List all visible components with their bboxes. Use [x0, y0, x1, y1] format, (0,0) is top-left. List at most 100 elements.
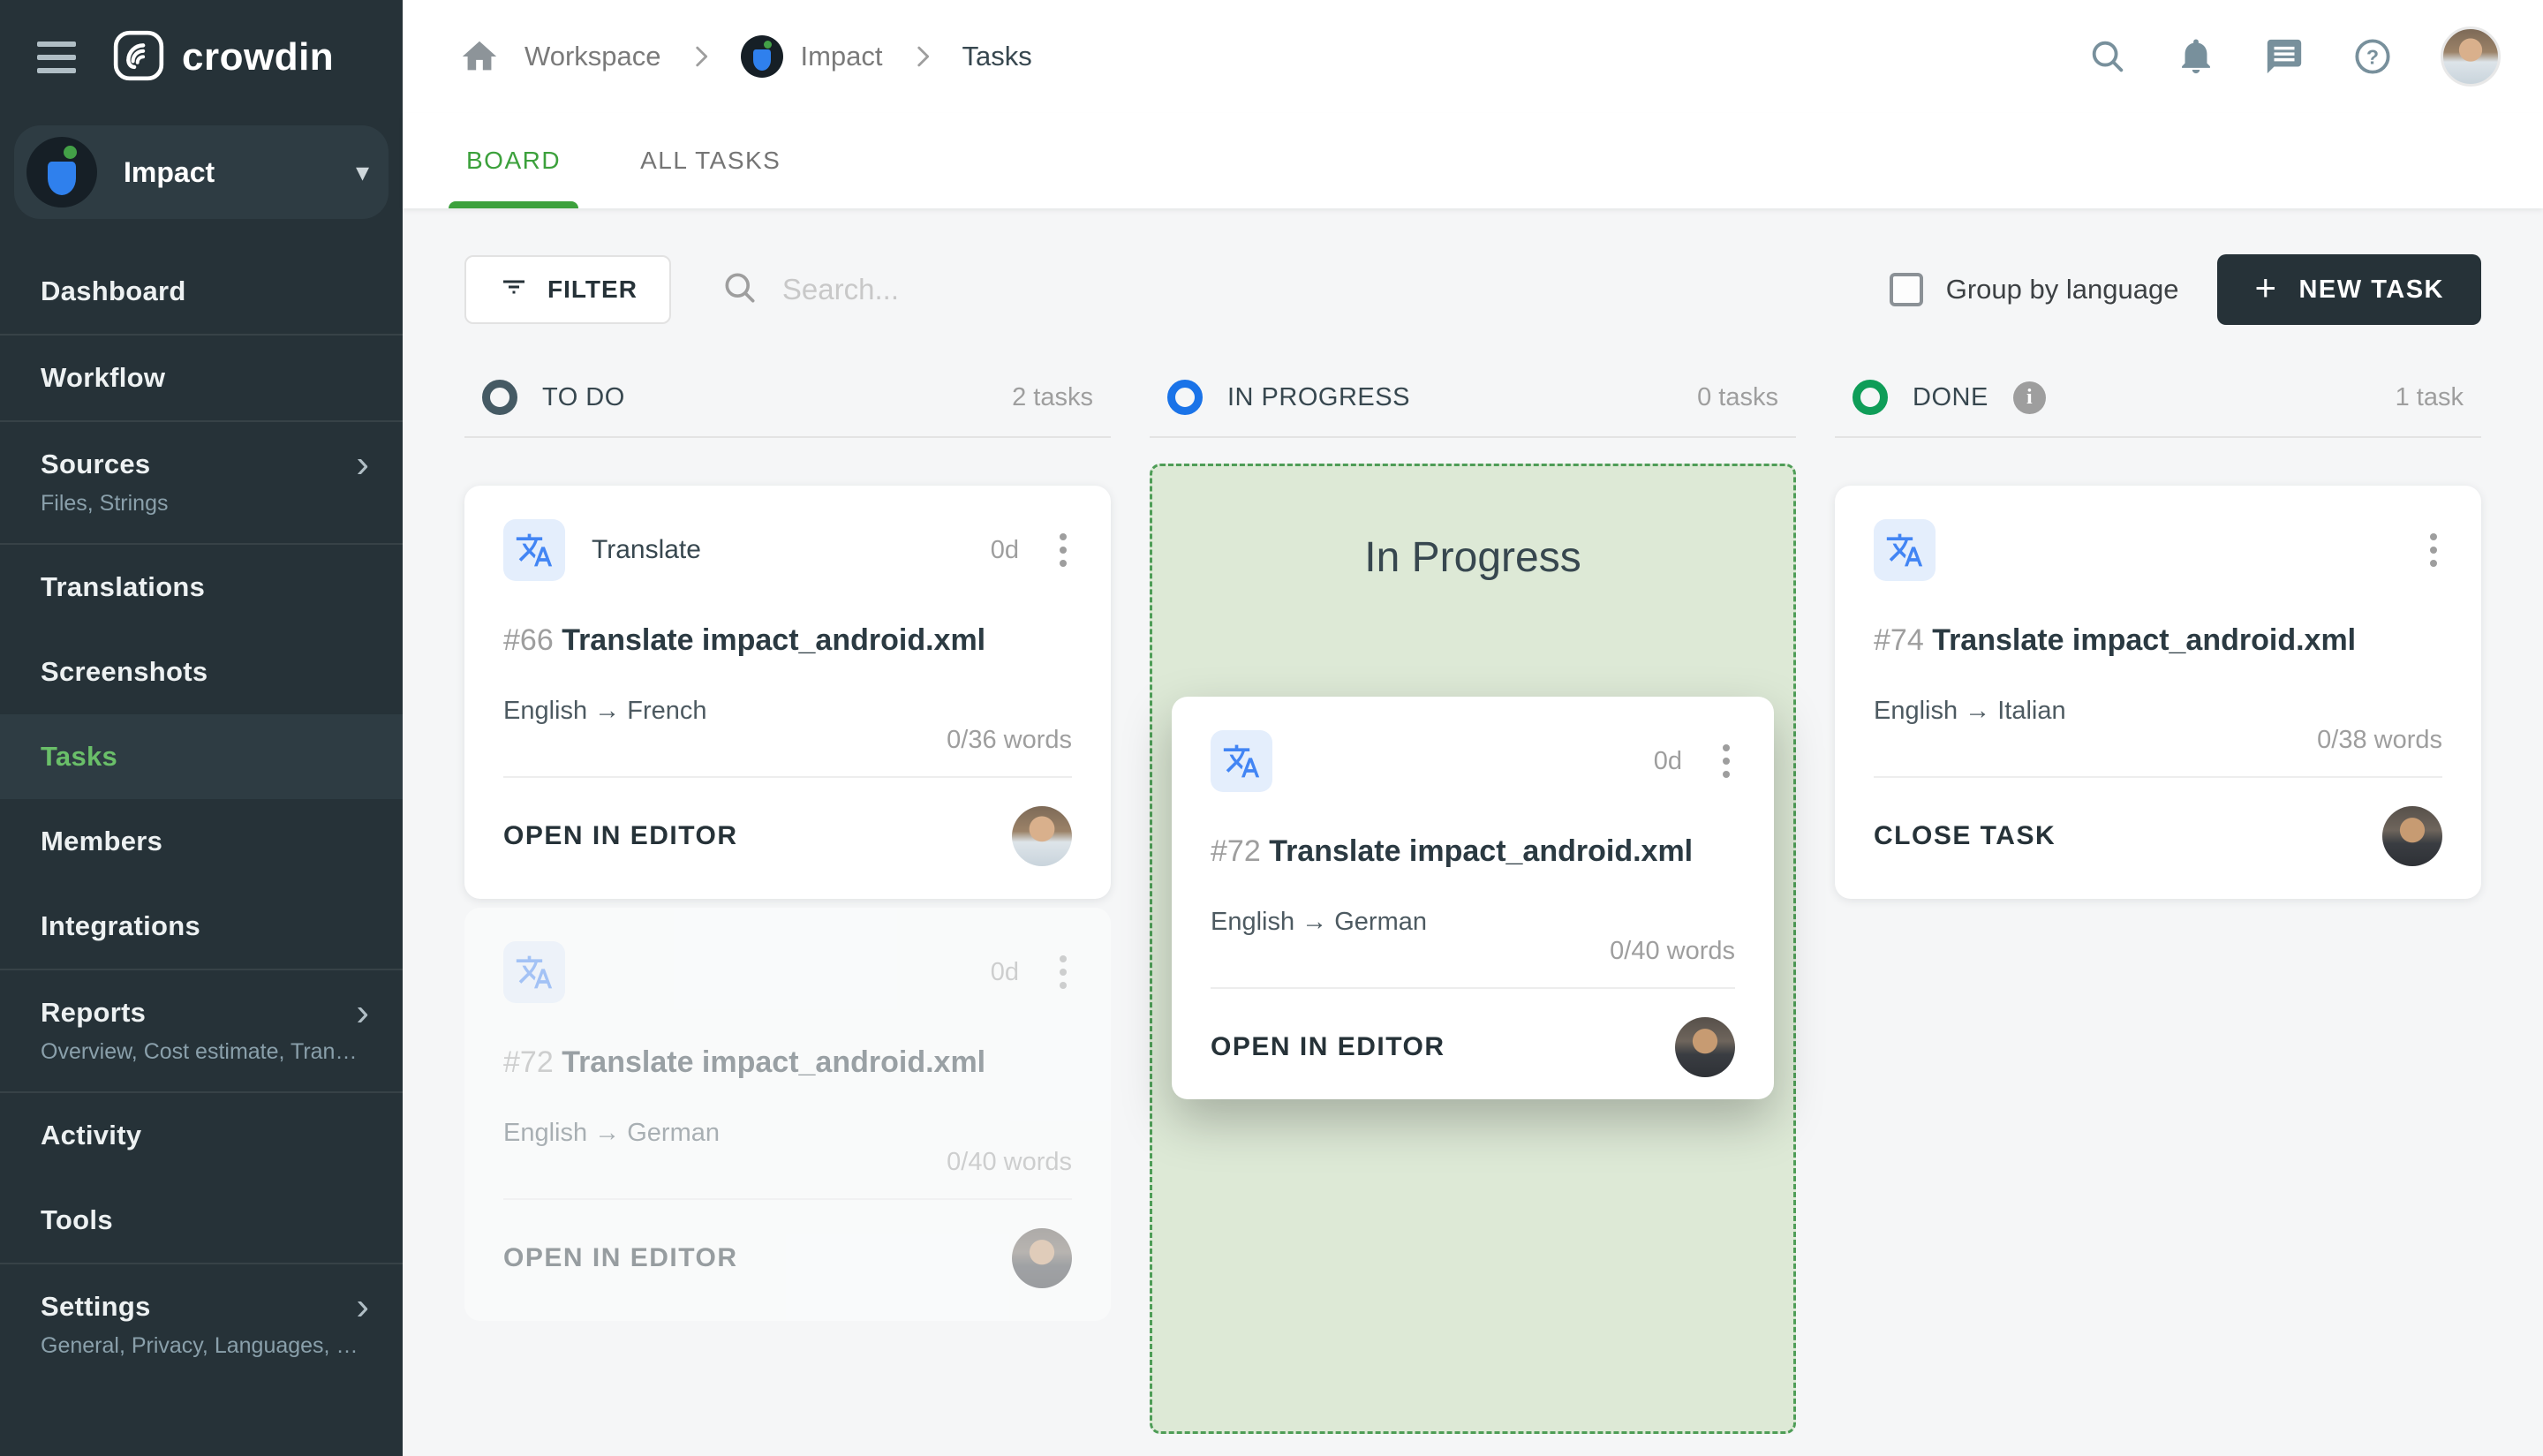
group-by-language-label: Group by language: [1945, 274, 2179, 305]
kebab-menu-icon: [1054, 950, 1072, 994]
task-title: #72 Translate impact_android.xml: [503, 1045, 986, 1079]
brand-name: crowdin: [182, 35, 335, 79]
task-title: #74 Translate impact_android.xml: [1874, 623, 2357, 657]
sidebar-item-workflow[interactable]: Workflow: [0, 336, 403, 420]
sidebar-item-dashboard[interactable]: Dashboard: [0, 249, 403, 334]
crowdin-logo[interactable]: crowdin: [111, 28, 334, 87]
breadcrumb-project[interactable]: Impact: [740, 35, 883, 78]
words-progress: 0/38 words: [1874, 726, 2442, 778]
info-icon[interactable]: i: [2012, 381, 2046, 414]
column-in-progress-header: IN PROGRESS 0 tasks: [1150, 380, 1796, 438]
kanban-board: TO DO 2 tasks Translate 0d #66 Translate…: [464, 380, 2481, 1434]
in-progress-dropzone[interactable]: In Progress 0d #72 Translate impact_andr…: [1150, 464, 1796, 1434]
breadcrumb-current: Tasks: [962, 41, 1032, 72]
search-input[interactable]: [781, 273, 1400, 306]
open-in-editor-button: OPEN IN EDITOR: [503, 1243, 738, 1272]
open-in-editor-button[interactable]: OPEN IN EDITOR: [1211, 1032, 1445, 1062]
chevron-right-icon: ›: [356, 442, 369, 486]
language-pair: English → Italian: [1874, 697, 2066, 725]
kebab-menu-icon[interactable]: [2425, 528, 2442, 572]
topbar: Workspace Impact Tasks ?: [403, 0, 2543, 113]
crowdin-logo-icon: [111, 28, 166, 87]
sidebar-item-tools[interactable]: Tools: [0, 1178, 403, 1263]
sidebar-item-sources[interactable]: Sources › Files, Strings: [0, 422, 403, 543]
project-name: Impact: [124, 155, 215, 188]
crowdin-app: crowdin Impact ▾ Dashboard Workflow Sour…: [0, 0, 2543, 1456]
topbar-icons: ?: [2087, 26, 2501, 87]
due-badge: 0d: [990, 957, 1019, 986]
assignee-avatar: [1012, 1228, 1072, 1288]
words-progress: 0/36 words: [503, 726, 1072, 778]
user-avatar[interactable]: [2441, 26, 2501, 87]
sidebar-nav: Dashboard Workflow Sources › Files, Stri…: [0, 249, 403, 1456]
sidebar-item-members[interactable]: Members: [0, 799, 403, 884]
column-done-body: #74 Translate impact_android.xml English…: [1835, 486, 2481, 899]
due-badge: 0d: [990, 535, 1019, 564]
sidebar: crowdin Impact ▾ Dashboard Workflow Sour…: [0, 0, 403, 1456]
translate-icon: [503, 941, 565, 1003]
new-task-button[interactable]: + NEW TASK: [2217, 254, 2481, 325]
project-avatar: [26, 137, 97, 207]
task-title: #72 Translate impact_android.xml: [1211, 834, 1694, 868]
task-card-72-placeholder: 0d #72 Translate impact_android.xml Engl…: [464, 908, 1111, 1321]
chevron-down-icon: ▾: [355, 157, 369, 187]
breadcrumb-workspace[interactable]: Workspace: [524, 41, 661, 72]
notifications-bell-icon[interactable]: [2176, 36, 2216, 77]
language-pair: English → French: [503, 697, 707, 725]
main-area: Workspace Impact Tasks ? BOARD ALL TASKS…: [403, 0, 2543, 1456]
task-card-74[interactable]: #74 Translate impact_android.xml English…: [1835, 486, 2481, 899]
translate-icon: [1874, 519, 1936, 581]
task-type-label: Translate: [592, 535, 701, 564]
column-done: DONE i 1 task #74 Translate impact_andro…: [1835, 380, 2481, 899]
chevron-right-icon: ›: [356, 991, 369, 1034]
toolbar: FILTER Group by language + NEW TASK: [464, 254, 2481, 325]
group-by-language-checkbox[interactable]: [1889, 273, 1923, 306]
kebab-menu-icon[interactable]: [1054, 528, 1072, 572]
svg-text:?: ?: [2366, 45, 2379, 68]
sidebar-header: crowdin: [0, 0, 403, 115]
status-in-progress-icon: [1167, 380, 1203, 415]
group-by-language-control: Group by language: [1889, 273, 2179, 306]
menu-icon[interactable]: [37, 36, 76, 79]
dropzone-label: In Progress: [1364, 534, 1581, 581]
plus-icon: +: [2254, 267, 2278, 308]
help-icon[interactable]: ?: [2352, 36, 2393, 77]
words-progress: 0/40 words: [1211, 937, 1735, 989]
kebab-menu-icon[interactable]: [1717, 739, 1735, 783]
filter-button[interactable]: FILTER: [464, 255, 671, 324]
filter-icon: [498, 271, 530, 309]
task-title: #66 Translate impact_android.xml: [503, 623, 986, 657]
status-todo-icon: [482, 380, 517, 415]
tabs: BOARD ALL TASKS: [403, 113, 2543, 208]
words-progress: 0/40 words: [503, 1148, 1072, 1200]
task-card-66[interactable]: Translate 0d #66 Translate impact_androi…: [464, 486, 1111, 899]
task-count: 0 tasks: [1697, 382, 1778, 411]
close-task-button[interactable]: CLOSE TASK: [1874, 821, 2056, 851]
board-page: FILTER Group by language + NEW TASK: [403, 208, 2543, 1456]
project-selector[interactable]: Impact ▾: [14, 125, 389, 219]
language-pair: English → German: [503, 1119, 720, 1147]
search-icon[interactable]: [2087, 36, 2128, 77]
sidebar-item-settings[interactable]: Settings › General, Privacy, Languages, …: [0, 1264, 403, 1385]
sidebar-item-translations[interactable]: Translations: [0, 545, 403, 630]
tab-all-tasks[interactable]: ALL TASKS: [633, 113, 788, 208]
column-todo-header: TO DO 2 tasks: [464, 380, 1111, 438]
column-todo: TO DO 2 tasks Translate 0d #66 Translate…: [464, 380, 1111, 1321]
sidebar-item-tasks[interactable]: Tasks: [0, 714, 403, 799]
language-pair: English → German: [1211, 908, 1427, 936]
sidebar-item-integrations[interactable]: Integrations: [0, 884, 403, 969]
sidebar-item-activity[interactable]: Activity: [0, 1093, 403, 1178]
breadcrumb: Workspace Impact Tasks: [459, 35, 1032, 78]
column-todo-body: Translate 0d #66 Translate impact_androi…: [464, 486, 1111, 1321]
open-in-editor-button[interactable]: OPEN IN EDITOR: [503, 821, 737, 851]
task-card-72-dragging[interactable]: 0d #72 Translate impact_android.xml Engl…: [1172, 697, 1774, 1099]
due-badge: 0d: [1653, 746, 1682, 775]
assignee-avatar: [2382, 806, 2442, 866]
sidebar-item-screenshots[interactable]: Screenshots: [0, 630, 403, 714]
sidebar-item-reports[interactable]: Reports › Overview, Cost estimate, Trans…: [0, 970, 403, 1091]
task-count: 1 task: [2395, 382, 2464, 411]
home-icon[interactable]: [459, 36, 500, 77]
project-avatar: [740, 35, 783, 78]
messages-chat-icon[interactable]: [2264, 36, 2305, 77]
tab-board[interactable]: BOARD: [449, 113, 579, 208]
